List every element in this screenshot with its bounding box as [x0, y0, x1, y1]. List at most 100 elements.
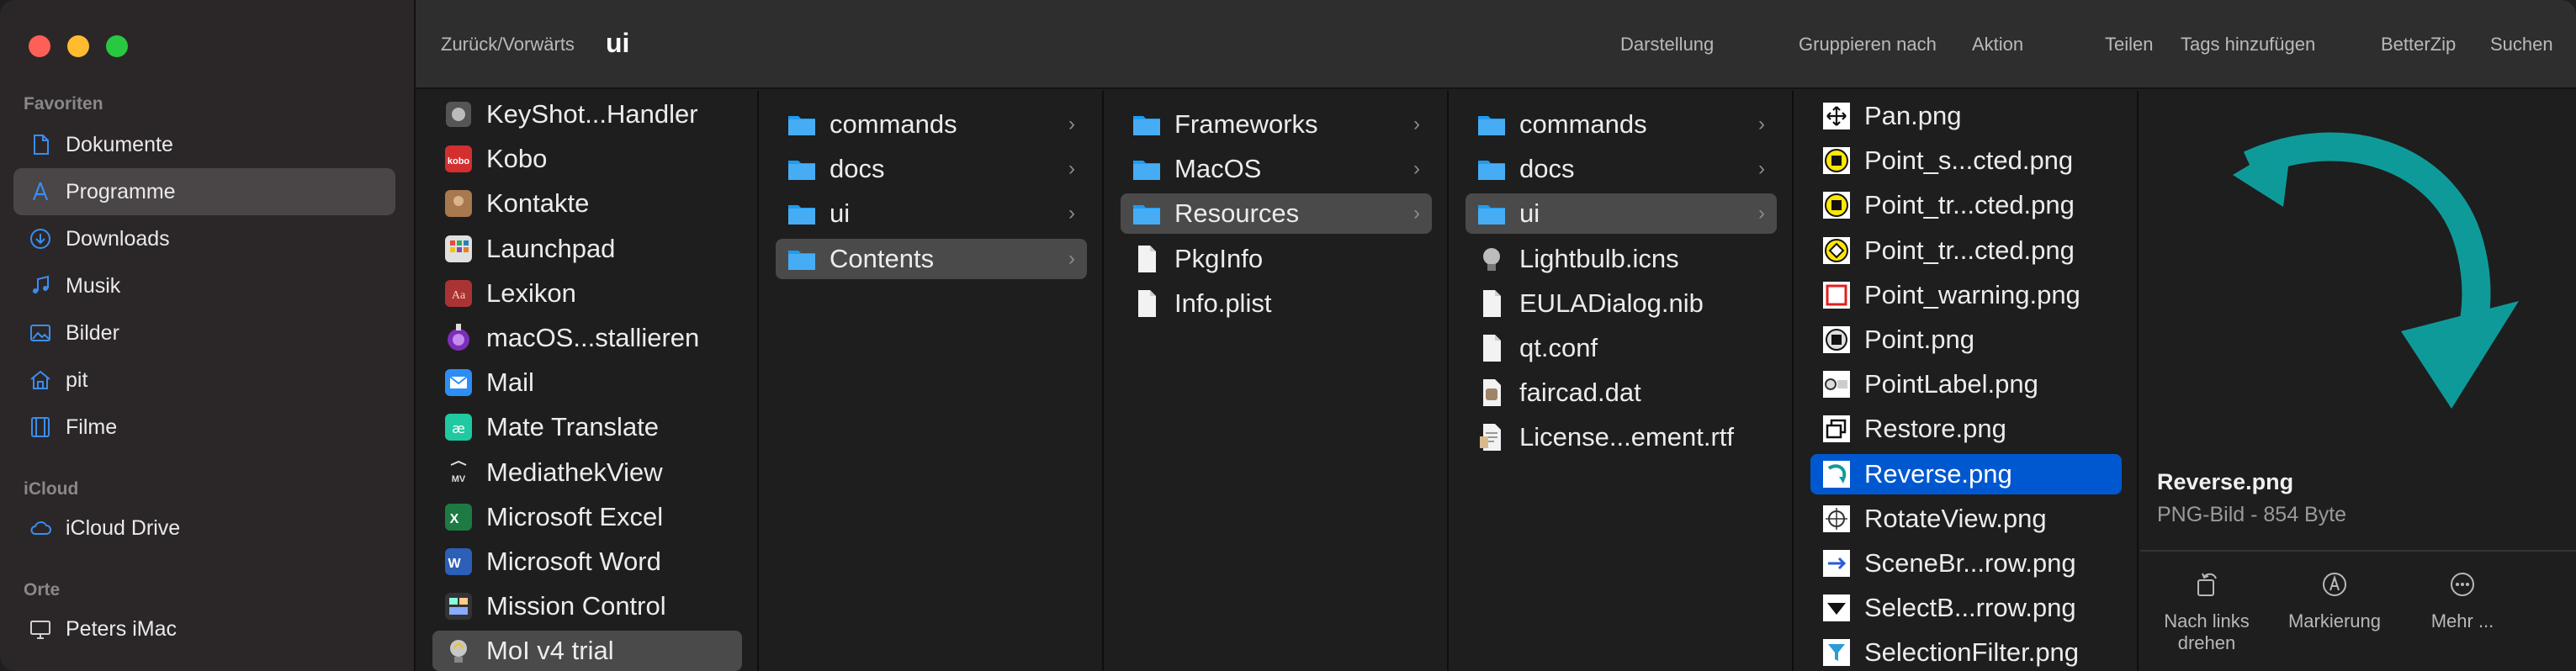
file-item[interactable]: macOS...stallieren [432, 318, 742, 358]
more-label: Mehr ... [2430, 610, 2494, 631]
file-item[interactable]: PkgInfo [1121, 239, 1432, 279]
folder-item[interactable]: docs › [1466, 149, 1777, 189]
file-item[interactable]: Point_warning.png [1810, 275, 2122, 315]
preview-divider [2140, 550, 2576, 552]
file-item[interactable]: qt.conf [1466, 328, 1777, 368]
folder-item[interactable]: ui › [776, 193, 1087, 234]
item-label: commands [1519, 109, 1647, 139]
sidebar-item-filme[interactable]: Filme [13, 404, 395, 451]
svg-text:kobo: kobo [448, 156, 470, 166]
rtf-file-icon [1476, 421, 1508, 453]
file-item[interactable]: RotateView.png [1810, 499, 2122, 539]
sidebar-item-downloads[interactable]: Downloads [13, 215, 395, 262]
folder-item[interactable]: MacOS › [1121, 149, 1432, 189]
point-yellow-diamond-icon [1821, 235, 1852, 267]
folder-item[interactable]: commands › [1466, 104, 1777, 145]
chevron-right-icon: › [1413, 202, 1420, 225]
sidebar-item-dokumente[interactable]: Dokumente [13, 121, 395, 168]
sidebar-item-musik[interactable]: Musik [13, 262, 395, 309]
movies-icon [31, 417, 50, 437]
sidebar-item-icloud-drive[interactable]: iCloud Drive [13, 505, 395, 552]
folder-item[interactable]: Frameworks › [1121, 104, 1432, 145]
markup-icon [2323, 573, 2346, 596]
window-controls [29, 35, 128, 57]
sidebar-item-label: iCloud Drive [66, 515, 181, 540]
group-by-button[interactable]: Gruppieren nach [1799, 34, 1937, 55]
imac-icon [30, 621, 50, 639]
lightbulb-icon [1476, 243, 1508, 275]
item-label: Lightbulb.icns [1519, 243, 1679, 273]
sidebar-item-label: Peters iMac [66, 616, 177, 641]
file-item[interactable]: MoI v4 trial [432, 631, 742, 671]
rotate-left-button[interactable]: Nach links drehen [2144, 570, 2270, 654]
share-button[interactable]: Teilen [2105, 34, 2153, 55]
close-window-button[interactable] [29, 35, 50, 57]
sidebar-item-pit[interactable]: pit [13, 357, 395, 404]
item-label: Point_tr...cted.png [1864, 235, 2075, 265]
search-button[interactable]: Suchen [2490, 34, 2553, 55]
file-item[interactable]: SelectionFilter.png [1810, 632, 2122, 671]
preview-file-info: PNG-Bild - 854 Byte [2157, 503, 2347, 526]
folder-item[interactable]: ui › [1466, 193, 1777, 235]
chevron-right-icon: › [1758, 157, 1765, 181]
betterzip-button[interactable]: BetterZip [2381, 34, 2456, 55]
sidebar-item-label: Bilder [66, 320, 119, 345]
file-item[interactable]: Kontakte [432, 183, 742, 224]
file-item[interactable]: W Microsoft Word [432, 542, 742, 582]
item-label: RotateView.png [1864, 503, 2047, 533]
file-item[interactable]: SceneBr...row.png [1810, 543, 2122, 584]
sidebar-item-label: Programme [66, 179, 176, 203]
svg-text:Aa: Aa [452, 289, 466, 302]
reverse-arrow-preview-icon [2233, 132, 2519, 409]
folder-icon [786, 243, 818, 275]
action-button[interactable]: Aktion [1972, 34, 2023, 55]
file-item[interactable]: Pan.png [1810, 96, 2122, 136]
file-item[interactable]: Point.png [1810, 320, 2122, 360]
svg-text:W: W [448, 557, 461, 571]
more-button[interactable]: Mehr ... [2399, 570, 2526, 632]
file-icon [1476, 288, 1508, 320]
file-item[interactable]: SelectB...rrow.png [1810, 588, 2122, 628]
file-item[interactable]: Mission Control [432, 586, 742, 626]
markup-button[interactable]: Markierung [2271, 570, 2398, 632]
folder-item[interactable]: Contents › [776, 238, 1087, 279]
sidebar-item-programme[interactable]: Programme [13, 168, 395, 215]
folder-icon [1131, 108, 1163, 140]
file-item[interactable]: PointLabel.png [1810, 364, 2122, 404]
file-item[interactable]: Reverse.png [1810, 453, 2122, 494]
sidebar-item-label: pit [66, 367, 88, 392]
minimize-window-button[interactable] [67, 35, 89, 57]
file-item[interactable]: MV MediathekView [432, 452, 742, 493]
file-item[interactable]: Point_tr...cted.png [1810, 230, 2122, 271]
zoom-window-button[interactable] [106, 35, 128, 57]
file-item[interactable]: Point_tr...cted.png [1810, 185, 2122, 225]
file-item[interactable]: kobo Kobo [432, 139, 742, 179]
view-button[interactable]: Darstellung [1620, 34, 1714, 55]
file-item[interactable]: æ Mate Translate [432, 407, 742, 447]
file-item[interactable]: KeyShot...Handler [432, 94, 742, 135]
preview-file-name: Reverse.png [2157, 469, 2294, 494]
file-item[interactable]: faircad.dat [1466, 372, 1777, 413]
folder-icon [1476, 198, 1508, 230]
item-label: Point_s...cted.png [1864, 145, 2074, 176]
file-item[interactable]: Lightbulb.icns [1466, 239, 1777, 279]
file-item[interactable]: Info.plist [1121, 283, 1432, 324]
file-item[interactable]: Point_s...cted.png [1810, 140, 2122, 181]
file-item[interactable]: License...ement.rtf [1466, 417, 1777, 457]
folder-item[interactable]: docs › [776, 149, 1087, 189]
file-item[interactable]: Mail [432, 362, 742, 403]
file-item[interactable]: Aa Lexikon [432, 273, 742, 314]
file-item[interactable]: Restore.png [1810, 409, 2122, 449]
item-label: Launchpad [486, 233, 616, 263]
back-forward-button[interactable]: Zurück/Vorwärts [441, 34, 575, 55]
folder-item[interactable]: Resources › [1121, 193, 1432, 235]
add-tags-button[interactable]: Tags hinzufügen [2181, 34, 2315, 55]
applications-icon [32, 182, 49, 201]
file-item[interactable]: X Microsoft Excel [432, 497, 742, 537]
file-item[interactable]: EULADialog.nib [1466, 283, 1777, 324]
sidebar-item-peters-imac[interactable]: Peters iMac [13, 605, 395, 653]
file-icon [1131, 243, 1163, 275]
sidebar-item-bilder[interactable]: Bilder [13, 309, 395, 357]
file-item[interactable]: Launchpad [432, 229, 742, 269]
folder-item[interactable]: commands › [776, 104, 1087, 145]
